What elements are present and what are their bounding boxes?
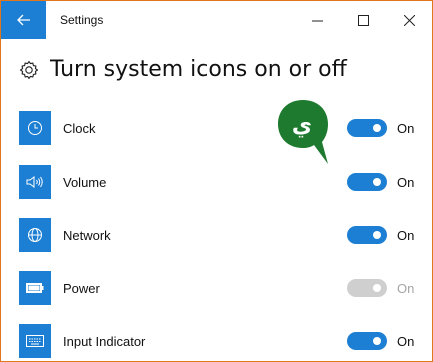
callout-glyph: ي <box>292 113 312 138</box>
toggle-state: On <box>397 333 415 349</box>
setting-label: Clock <box>63 120 96 136</box>
back-button[interactable] <box>1 1 46 39</box>
setting-label: Network <box>63 227 111 243</box>
toggle-state: On <box>397 120 415 136</box>
toggle-group: On <box>347 271 414 305</box>
toggle-state: On <box>397 280 415 296</box>
title-bar: Settings <box>1 1 432 39</box>
power-toggle[interactable] <box>347 279 387 297</box>
maximize-icon <box>357 14 369 26</box>
toggle-group: On <box>347 165 414 199</box>
toggle-group: On <box>347 324 414 358</box>
keyboard-icon <box>19 324 51 358</box>
toggle-group: On <box>347 218 414 252</box>
gear-icon <box>19 60 39 79</box>
battery-icon <box>19 271 51 305</box>
toggle-knob <box>373 178 381 186</box>
toggle-group: On <box>347 111 414 145</box>
network-toggle[interactable] <box>347 226 387 244</box>
toggle-knob <box>373 124 381 132</box>
toggle-knob <box>373 337 381 345</box>
back-arrow-icon <box>16 14 30 26</box>
setting-row-volume: Volume On <box>19 165 432 199</box>
setting-row-network: Network On <box>19 218 432 252</box>
close-button[interactable] <box>386 1 432 39</box>
setting-label: Volume <box>63 174 107 190</box>
toggle-knob <box>373 284 381 292</box>
setting-label: Power <box>63 280 100 296</box>
page-title: Turn system icons on or off <box>50 57 347 82</box>
window-title: Settings <box>60 13 104 27</box>
minimize-icon <box>311 20 323 21</box>
globe-icon <box>19 218 51 252</box>
settings-window: Settings Turn system icons on or off Clo… <box>0 0 433 362</box>
input-indicator-toggle[interactable] <box>347 332 387 350</box>
setting-row-clock: Clock On <box>19 111 432 145</box>
maximize-button[interactable] <box>340 1 386 39</box>
toggle-knob <box>373 231 381 239</box>
toggle-state: On <box>397 227 415 243</box>
volume-icon <box>19 165 51 199</box>
volume-toggle[interactable] <box>347 173 387 191</box>
window-controls <box>294 1 432 39</box>
toggle-state: On <box>397 174 415 190</box>
callout-badge: ي <box>278 100 328 164</box>
setting-label: Input Indicator <box>63 333 146 349</box>
close-icon <box>403 14 415 26</box>
page-header: Turn system icons on or off <box>19 57 347 82</box>
clock-toggle[interactable] <box>347 119 387 137</box>
setting-row-power: Power On <box>19 271 432 305</box>
setting-row-input-indicator: Input Indicator On <box>19 324 432 358</box>
clock-icon <box>19 111 51 145</box>
minimize-button[interactable] <box>294 1 340 39</box>
